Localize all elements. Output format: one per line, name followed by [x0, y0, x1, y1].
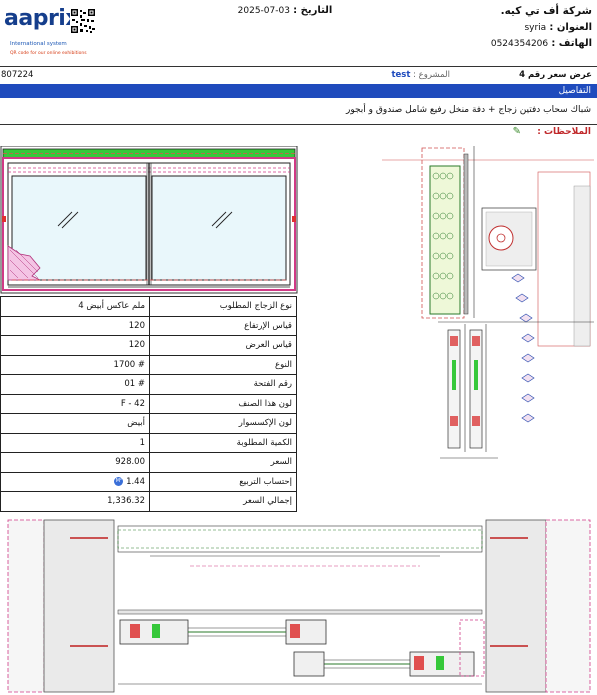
spec-row: 120 قياس العرض: [0, 335, 297, 356]
spec-row: F - 42 لون هذا الصنف: [0, 393, 297, 414]
spec-value: 1.44: [126, 476, 145, 487]
spec-row: 1 الكمية المطلوبة: [0, 432, 297, 453]
spec-value: F - 42: [0, 393, 150, 414]
spec-value: 4 ملم عاكس أبيض: [0, 296, 150, 317]
spec-label: إجمالي السعر: [149, 491, 297, 512]
spec-value: 120: [0, 315, 150, 336]
spec-label: لون الإكسسوار: [149, 413, 297, 434]
spec-value: 120: [0, 335, 150, 356]
phone-value: 0524354206: [490, 39, 549, 49]
horizontal-section-drawing: [7, 519, 591, 693]
spec-value: أبيض: [0, 413, 150, 434]
spec-label: قياس العرض: [149, 335, 297, 356]
spec-label: السعر: [149, 452, 297, 473]
project-value: test: [391, 70, 411, 80]
phone-label: الهاتف :: [551, 38, 592, 49]
spec-row: 01 # رقم الفتحة: [0, 374, 297, 395]
spec-row: 1700 # النوع: [0, 354, 297, 375]
project-label: المشروع :: [413, 70, 450, 80]
spec-value: 1700 #: [0, 354, 150, 375]
area-cell: M² 1.44: [0, 471, 150, 492]
spec-value: 1: [0, 432, 150, 453]
address-label: العنوان :: [549, 22, 592, 33]
logo-wordmark: aaprix: [4, 6, 80, 31]
spec-row: M² 1.44 إحتساب التربيع: [0, 471, 297, 492]
logo-tagline: QR code for our online exhibitions: [10, 51, 87, 56]
quote-title: عرض سعر رقم 4: [519, 70, 592, 80]
spec-label: الكمية المطلوبة: [149, 432, 297, 453]
spec-table: 4 ملم عاكس أبيض نوع الزجاج المطلوب 120 قيا…: [0, 296, 297, 512]
details-bar: التفاصيل: [0, 84, 597, 98]
address-value: syria: [524, 23, 547, 33]
spec-label: لون هذا الصنف: [149, 393, 297, 414]
spec-row: أبيض لون الإكسسوار: [0, 413, 297, 434]
company-logo: aaprix International system QR code for …: [2, 4, 96, 62]
qr-code-icon: [70, 8, 96, 34]
spec-label: إحتساب التربيع: [149, 471, 297, 492]
window-elevation-drawing: [0, 146, 298, 294]
date-row: التاريخ : 03-07-2025: [220, 5, 350, 16]
spec-value: 01 #: [0, 374, 150, 395]
vertical-section-drawing: [382, 146, 594, 459]
notes-row: الملاحظات : ✎: [0, 126, 597, 142]
spec-row: 4 ملم عاكس أبيض نوع الزجاج المطلوب: [0, 296, 297, 317]
address-row: العنوان : syria: [470, 22, 592, 33]
details-bar-label: التفاصيل: [558, 86, 591, 96]
spec-value: 928.00: [0, 452, 150, 473]
date-value: 03-07-2025: [237, 6, 290, 16]
spec-row: 928.00 السعر: [0, 452, 297, 473]
company-name: شركة أف تي كيه.: [500, 5, 592, 17]
description-row: شباك سحاب دفتين زجاج + دفة منخل رفيع شام…: [0, 98, 597, 125]
notes-label: الملاحظات :: [537, 127, 591, 137]
spec-row: 1,336.32 إجمالي السعر: [0, 491, 297, 512]
quote-line: 807224 المشروع : test عرض سعر رقم 4: [0, 66, 597, 86]
date-label: التاريخ :: [293, 5, 333, 16]
project-field: المشروع : test: [330, 70, 450, 80]
spec-row: 120 قياس الإرتفاع: [0, 315, 297, 336]
area-unit-icon: M²: [114, 476, 124, 486]
phone-row: الهاتف : 0524354206: [470, 38, 592, 49]
pencil-icon: ✎: [512, 126, 521, 137]
quote-number: 807224: [1, 70, 34, 80]
spec-label: قياس الإرتفاع: [149, 315, 297, 336]
spec-label: رقم الفتحة: [149, 374, 297, 395]
spec-label: النوع: [149, 354, 297, 375]
spec-value: 1,336.32: [0, 491, 150, 512]
description-text: شباك سحاب دفتين زجاج + دفة منخل رفيع شام…: [346, 105, 591, 115]
logo-subtitle: International system: [10, 41, 67, 47]
spec-label: نوع الزجاج المطلوب: [149, 296, 297, 317]
